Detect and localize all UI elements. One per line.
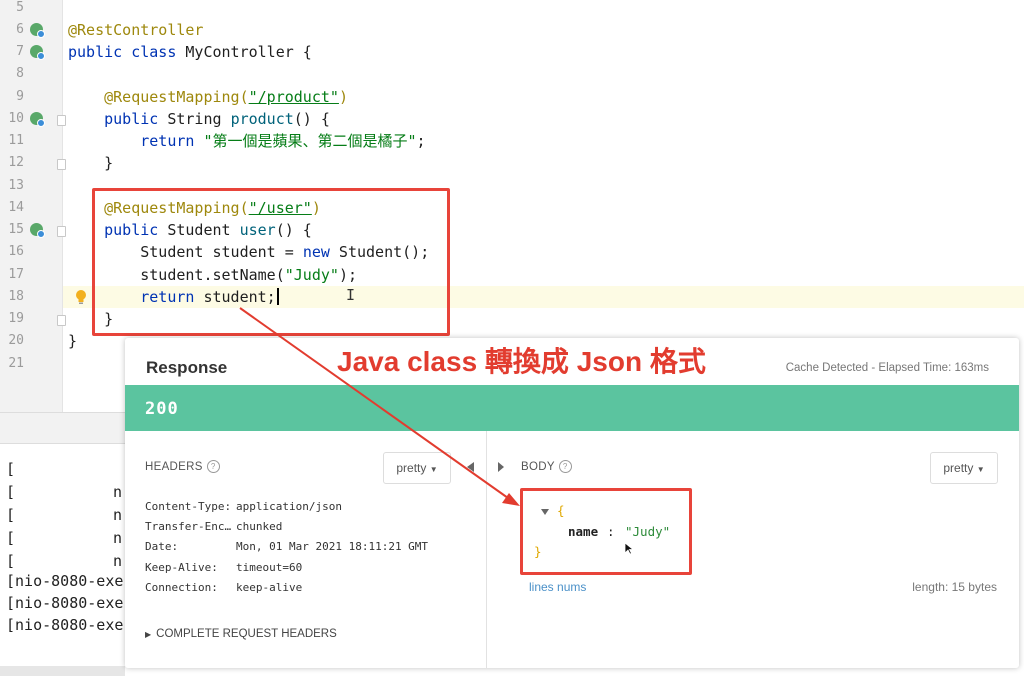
console-line: [ (6, 483, 16, 501)
status-code: 200 (145, 399, 179, 419)
spring-bean-icon[interactable] (30, 23, 45, 38)
header-value: Mon, 01 Mar 2021 18:11:21 GMT (236, 540, 429, 553)
console-fragment: n (113, 529, 123, 547)
code-line-9: @RequestMapping("/product") (104, 88, 348, 106)
console-fragment: n (113, 552, 123, 570)
body-length: length: 15 bytes (912, 580, 997, 594)
status-bar: 200 (125, 385, 1019, 431)
line-number: 10 (8, 111, 24, 126)
spring-bean-icon[interactable] (30, 45, 45, 60)
run-console[interactable]: [ [ [ [ [ [nio-8080-exe [nio-8080-exe [n… (0, 412, 125, 676)
body-pretty-dropdown[interactable]: pretty ▼ (930, 452, 998, 484)
header-key: Date: (145, 540, 179, 553)
code-line-10: public String product() { (104, 110, 330, 128)
line-number: 16 (8, 244, 24, 259)
line-number: 8 (16, 66, 24, 81)
headers-label: HEADERS? (145, 460, 220, 473)
header-value: chunked (236, 520, 283, 533)
header-key: Content-Type: (145, 500, 232, 513)
line-number: 20 (8, 333, 24, 348)
caret-down-icon: ▼ (429, 465, 438, 474)
line-number: 6 (16, 22, 24, 37)
header-value: keep-alive (236, 581, 303, 594)
console-line: [ (6, 460, 16, 478)
path-link: "/product" (248, 88, 339, 106)
line-number: 21 (8, 356, 24, 371)
request-mapping-icon[interactable] (30, 223, 45, 238)
lines-nums-toggle[interactable]: lines nums (529, 580, 586, 594)
headers-pretty-dropdown[interactable]: pretty ▼ (383, 452, 451, 484)
console-line: [nio-8080-exe (6, 616, 124, 634)
request-mapping-icon[interactable] (30, 112, 45, 127)
annotation-caption: Java class 轉換成 Json 格式 (337, 346, 706, 377)
console-line: [ (6, 552, 16, 570)
header-key: Keep-Alive: (145, 561, 218, 574)
collapse-left-icon[interactable] (467, 462, 474, 472)
header-value: application/json (236, 500, 342, 513)
line-number: 18 (8, 289, 24, 304)
expand-right-icon[interactable] (498, 462, 504, 472)
line-number: 17 (8, 267, 24, 282)
response-title: Response (146, 358, 228, 377)
console-line: [nio-8080-exe (6, 594, 124, 612)
line-number: 15 (8, 222, 24, 237)
line-number: 12 (8, 155, 24, 170)
console-toolbar (0, 412, 125, 444)
line-number: 5 (16, 0, 24, 15)
console-fragment: n (113, 506, 123, 524)
header-key: Connection: (145, 581, 218, 594)
code-line-20: } (68, 332, 78, 350)
console-line: [nio-8080-exe (6, 572, 124, 590)
fold-marker-icon[interactable] (57, 159, 66, 170)
help-icon: ? (558, 460, 572, 473)
panel-divider (486, 431, 487, 668)
header-key: Transfer-Enc… (145, 520, 232, 533)
code-line-6: @RestController (68, 21, 204, 39)
line-number: 9 (16, 89, 24, 104)
fold-marker-icon[interactable] (57, 315, 66, 326)
fold-marker-icon[interactable] (57, 226, 66, 237)
line-number: 11 (8, 133, 24, 148)
console-line: [ (6, 529, 16, 547)
highlight-box-code (92, 188, 450, 336)
highlight-box-json (520, 488, 692, 575)
code-line-7: public class MyController { (68, 43, 312, 61)
caret-down-icon: ▼ (976, 465, 985, 474)
fold-marker-icon[interactable] (57, 115, 66, 126)
editor-gutter: 5 6 7 8 9 10 11 12 13 14 15 16 17 18 19 … (0, 0, 66, 412)
code-line-12: } (104, 154, 114, 172)
help-icon: ? (206, 460, 220, 473)
cache-elapsed-time: Cache Detected - Elapsed Time: 163ms (785, 362, 989, 374)
complete-request-headers-toggle[interactable]: ▶ COMPLETE REQUEST HEADERS (145, 628, 337, 640)
header-value: timeout=60 (236, 561, 303, 574)
console-line: [ (6, 506, 16, 524)
code-line-11: return "第一個是蘋果、第二個是橘子"; (140, 132, 426, 150)
line-number: 14 (8, 200, 24, 215)
console-fragment: n (113, 483, 123, 501)
caret-right-icon: ▶ (145, 630, 152, 639)
console-horizontal-scrollbar[interactable] (0, 666, 125, 676)
line-number: 13 (8, 178, 24, 193)
line-number: 7 (16, 44, 24, 59)
body-label: BODY? (521, 460, 572, 473)
line-number: 19 (8, 311, 24, 326)
